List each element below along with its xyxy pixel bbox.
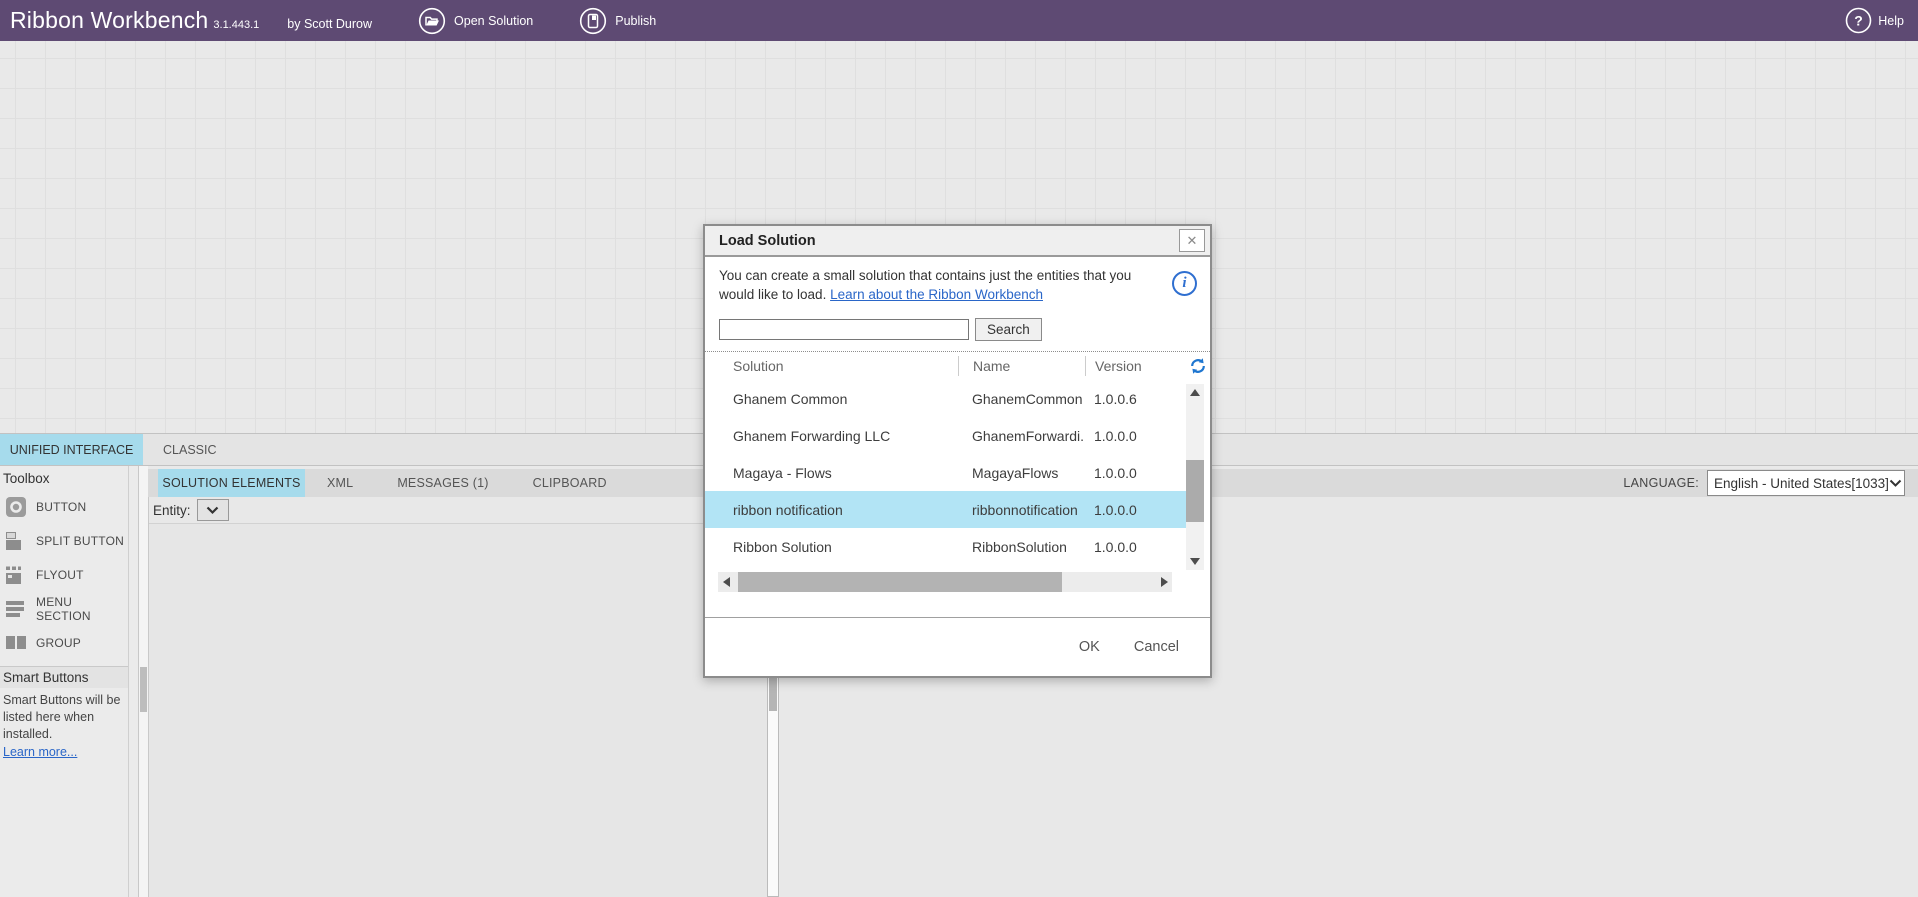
- solution-row[interactable]: Ribbon Solution RibbonSolution 1.0.0.0: [705, 528, 1186, 565]
- open-solution-button[interactable]: Open Solution: [418, 7, 533, 35]
- open-solution-label: Open Solution: [454, 14, 533, 28]
- column-header-solution[interactable]: Solution: [705, 358, 958, 374]
- dialog-title: Load Solution: [719, 233, 816, 249]
- list-horizontal-scrollbar[interactable]: [718, 572, 1172, 592]
- refresh-icon[interactable]: [1189, 357, 1207, 375]
- flyout-icon: [5, 564, 27, 586]
- ribbon-workbench-app: { "topbar": { "title": "Ribbon Workbench…: [0, 0, 1918, 897]
- scroll-down-icon[interactable]: [1186, 553, 1204, 570]
- dialog-search-row: Search: [719, 318, 1210, 341]
- chevron-down-icon: [1889, 479, 1902, 488]
- dialog-title-bar: Load Solution ✕: [705, 226, 1210, 257]
- scroll-right-icon[interactable]: [1156, 572, 1172, 592]
- toolbox-right-border: [128, 466, 129, 897]
- solution-elements-panel: Entity:: [148, 497, 767, 897]
- help-button[interactable]: ? Help: [1845, 0, 1904, 41]
- chevron-down-icon: [206, 506, 219, 515]
- entity-row: Entity:: [149, 497, 767, 524]
- publish-label: Publish: [615, 14, 656, 28]
- column-header-name[interactable]: Name: [958, 356, 1085, 376]
- split-button-icon: [5, 530, 27, 552]
- tab-clipboard[interactable]: CLIPBOARD: [511, 469, 629, 497]
- dialog-intro: You can create a small solution that con…: [705, 257, 1210, 304]
- dialog-footer: OK Cancel: [705, 618, 1210, 676]
- search-input[interactable]: [719, 319, 969, 340]
- column-header-version[interactable]: Version: [1085, 356, 1186, 376]
- load-solution-dialog: Load Solution ✕ You can create a small s…: [703, 224, 1212, 678]
- language-control: LANGUAGE: English - United States[1033]: [1623, 469, 1905, 497]
- tool-flyout[interactable]: FLYOUT: [0, 558, 128, 592]
- scroll-left-icon[interactable]: [718, 572, 734, 592]
- top-bar: Ribbon Workbench 3.1.443.1 by Scott Duro…: [0, 0, 1918, 41]
- list-vertical-scrollbar[interactable]: [1186, 384, 1204, 570]
- tool-group[interactable]: GROUP: [0, 626, 128, 660]
- svg-text:?: ?: [1855, 13, 1864, 29]
- tool-split-button[interactable]: SPLIT BUTTON: [0, 524, 128, 558]
- publish-icon: [579, 7, 607, 35]
- smart-buttons-learn-more-link[interactable]: Learn more...: [0, 743, 77, 759]
- tab-classic[interactable]: CLASSIC: [143, 434, 237, 465]
- help-icon: ?: [1845, 7, 1872, 34]
- solution-row[interactable]: Ghanem Common GhanemCommon 1.0.0.6: [705, 380, 1186, 417]
- solution-row[interactable]: Ghanem Forwarding LLC GhanemForwardi... …: [705, 417, 1186, 454]
- help-label: Help: [1878, 14, 1904, 28]
- close-icon[interactable]: ✕: [1179, 229, 1205, 252]
- horizontal-scrollbar-thumb[interactable]: [738, 572, 1062, 592]
- toolbox-panel: Toolbox BUTTON SPLIT BUTTON: [0, 466, 148, 897]
- learn-about-link[interactable]: Learn about the Ribbon Workbench: [830, 287, 1043, 302]
- toolbox-title: Toolbox: [0, 466, 148, 490]
- button-icon: [5, 496, 27, 518]
- smart-buttons-title: Smart Buttons: [0, 667, 128, 688]
- search-button[interactable]: Search: [975, 318, 1042, 341]
- vertical-scrollbar-thumb[interactable]: [1186, 460, 1204, 522]
- language-dropdown[interactable]: English - United States[1033]: [1707, 470, 1905, 496]
- tool-button[interactable]: BUTTON: [0, 490, 128, 524]
- solution-grid-header: Solution Name Version: [705, 352, 1186, 380]
- info-icon: i: [1172, 271, 1197, 296]
- app-title: Ribbon Workbench: [10, 7, 208, 34]
- solution-row-selected[interactable]: ribbon notification ribbonnotification 1…: [705, 491, 1186, 528]
- solution-list: Ghanem Common GhanemCommon 1.0.0.6 Ghane…: [705, 380, 1186, 565]
- app-version: 3.1.443.1: [213, 19, 259, 31]
- tab-messages[interactable]: MESSAGES (1): [375, 469, 510, 497]
- tab-xml[interactable]: XML: [305, 469, 375, 497]
- open-solution-icon: [418, 7, 446, 35]
- entity-label: Entity:: [153, 503, 191, 518]
- scroll-up-icon[interactable]: [1186, 384, 1204, 401]
- cancel-button[interactable]: Cancel: [1134, 639, 1179, 655]
- group-icon: [5, 632, 27, 654]
- tab-unified-interface[interactable]: UNIFIED INTERFACE: [0, 434, 143, 465]
- solution-row[interactable]: Magaya - Flows MagayaFlows 1.0.0.0: [705, 454, 1186, 491]
- menu-section-icon: [5, 598, 27, 620]
- toolbox-scrollbar-thumb[interactable]: [140, 667, 147, 712]
- app-byline: by Scott Durow: [287, 17, 372, 31]
- language-label: LANGUAGE:: [1623, 476, 1699, 490]
- smart-buttons-text: Smart Buttons will be listed here when i…: [0, 688, 128, 743]
- ok-button[interactable]: OK: [1079, 639, 1100, 655]
- publish-button[interactable]: Publish: [579, 7, 656, 35]
- entity-dropdown[interactable]: [197, 499, 229, 521]
- tab-solution-elements[interactable]: SOLUTION ELEMENTS: [158, 469, 305, 497]
- language-value: English - United States[1033]: [1714, 476, 1889, 491]
- toolbox-scrollbar[interactable]: [138, 466, 148, 897]
- tool-menu-section[interactable]: MENU SECTION: [0, 592, 128, 626]
